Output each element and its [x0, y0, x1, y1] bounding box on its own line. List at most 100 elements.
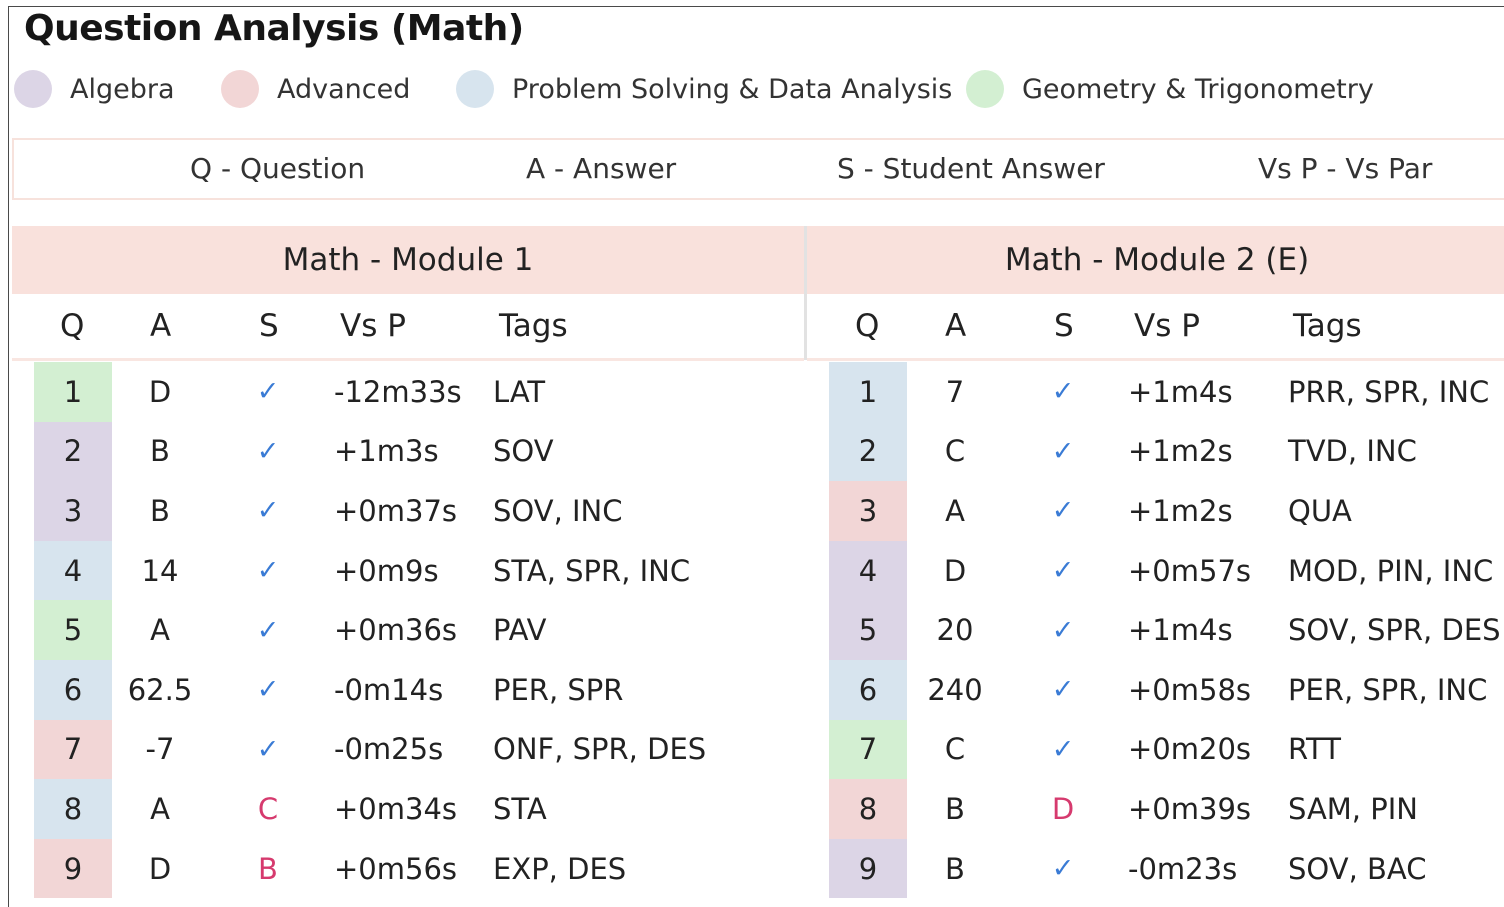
col-header-s: S: [1054, 308, 1074, 344]
correct-check-icon: ✓: [256, 376, 280, 408]
correct-check-icon: ✓: [256, 674, 280, 706]
abbreviation-key: Q - Question A - Answer S - Student Answ…: [12, 138, 1504, 200]
module-1-title: Math - Module 1: [12, 226, 804, 294]
question-tags: EXP, DES: [493, 851, 627, 886]
question-number: 9: [34, 838, 112, 899]
vs-par-time: +0m39s: [1128, 791, 1252, 826]
correct-answer: B: [150, 434, 170, 469]
legend-item-problem-solving: Problem Solving & Data Analysis: [456, 67, 952, 111]
vs-par-time: +0m37s: [334, 493, 458, 528]
correct-check-icon: ✓: [1051, 614, 1075, 646]
module-divider: [804, 226, 807, 360]
question-tags: PER, SPR: [493, 672, 624, 707]
vs-par-time: +0m34s: [334, 791, 458, 826]
col-header-vsp: Vs P: [340, 308, 406, 344]
correct-check-icon: ✓: [1051, 853, 1075, 885]
question-tags: QUA: [1288, 493, 1352, 528]
legend-label: Algebra: [70, 73, 175, 105]
question-tags: SOV, INC: [493, 493, 623, 528]
vs-par-time: +1m2s: [1128, 493, 1233, 528]
question-number: 3: [829, 481, 907, 541]
correct-answer: B: [945, 791, 965, 826]
header-divider: [807, 358, 1504, 361]
category-legend: Algebra Advanced Problem Solving & Data …: [0, 67, 1504, 111]
vs-par-time: -12m33s: [334, 374, 462, 409]
student-answer: B: [258, 851, 278, 886]
question-number: 2: [829, 421, 907, 482]
vs-par-time: +0m9s: [334, 553, 439, 588]
legend-swatch-problem-solving: [456, 70, 494, 108]
correct-check-icon: ✓: [1051, 435, 1075, 467]
legend-swatch-advanced: [221, 70, 259, 108]
correct-answer: 240: [927, 672, 983, 707]
question-tags: RTT: [1288, 732, 1341, 767]
question-tags: PER, SPR, INC: [1288, 672, 1488, 707]
question-number: 1: [34, 362, 112, 422]
col-header-vsp: Vs P: [1134, 308, 1200, 344]
correct-answer: B: [945, 851, 965, 886]
question-tags: STA, SPR, INC: [493, 553, 691, 588]
col-header-tags: Tags: [1293, 308, 1362, 344]
question-tags: MOD, PIN, INC: [1288, 553, 1494, 588]
col-header-q: Q: [855, 308, 880, 344]
question-tags: SOV, BAC: [1288, 851, 1427, 886]
question-tags: SOV, SPR, DES: [1288, 613, 1501, 648]
correct-answer: B: [150, 493, 170, 528]
question-tags: LAT: [493, 374, 546, 409]
question-number: 7: [829, 719, 907, 780]
question-tags: SAM, PIN: [1288, 791, 1418, 826]
legend-item-algebra: Algebra: [14, 67, 175, 111]
col-header-a: A: [150, 308, 172, 344]
correct-check-icon: ✓: [1051, 555, 1075, 587]
key-question: Q - Question: [190, 152, 366, 185]
question-tags: PRR, SPR, INC: [1288, 374, 1490, 409]
vs-par-time: +1m2s: [1128, 434, 1233, 469]
correct-check-icon: ✓: [1051, 733, 1075, 765]
correct-answer: 7: [945, 374, 965, 409]
key-answer: A - Answer: [526, 152, 677, 185]
correct-check-icon: ✓: [256, 614, 280, 646]
question-number: 5: [829, 600, 907, 660]
question-number: 8: [34, 779, 112, 839]
correct-answer: 62.5: [127, 672, 193, 707]
vs-par-time: +0m58s: [1128, 672, 1252, 707]
vs-par-time: -0m25s: [334, 732, 444, 767]
col-header-tags: Tags: [499, 308, 568, 344]
vs-par-time: -0m14s: [334, 672, 444, 707]
correct-answer: A: [150, 613, 170, 648]
question-tags: PAV: [493, 613, 547, 648]
correct-answer: 14: [141, 553, 179, 588]
correct-answer: D: [148, 851, 172, 886]
col-header-s: S: [259, 308, 279, 344]
question-tags: ONF, SPR, DES: [493, 732, 707, 767]
correct-check-icon: ✓: [256, 733, 280, 765]
correct-check-icon: ✓: [256, 495, 280, 527]
module-2-title: Math - Module 2 (E): [807, 226, 1504, 294]
correct-check-icon: ✓: [1051, 495, 1075, 527]
vs-par-time: +0m56s: [334, 851, 458, 886]
key-student-answer: S - Student Answer: [837, 152, 1105, 185]
vs-par-time: +1m3s: [334, 434, 439, 469]
legend-label: Advanced: [277, 73, 411, 105]
legend-swatch-algebra: [14, 70, 52, 108]
vs-par-time: +0m57s: [1128, 553, 1252, 588]
question-number: 3: [34, 481, 112, 541]
correct-answer: D: [148, 374, 172, 409]
vs-par-time: +1m4s: [1128, 613, 1233, 648]
correct-check-icon: ✓: [1051, 674, 1075, 706]
correct-check-icon: ✓: [256, 435, 280, 467]
correct-answer: A: [150, 791, 170, 826]
question-number: 8: [829, 779, 907, 839]
question-number: 1: [829, 362, 907, 422]
page-title: Question Analysis (Math): [24, 8, 524, 49]
correct-answer: D: [943, 553, 967, 588]
correct-answer: C: [944, 434, 966, 469]
question-tags: TVD, INC: [1288, 434, 1417, 469]
legend-swatch-geometry: [966, 70, 1004, 108]
question-number: 4: [829, 540, 907, 601]
header-divider: [12, 358, 804, 361]
vs-par-time: +0m36s: [334, 613, 458, 648]
question-number: 6: [829, 660, 907, 720]
key-vs-par: Vs P - Vs Par: [1258, 152, 1433, 185]
question-number: 6: [34, 660, 112, 720]
